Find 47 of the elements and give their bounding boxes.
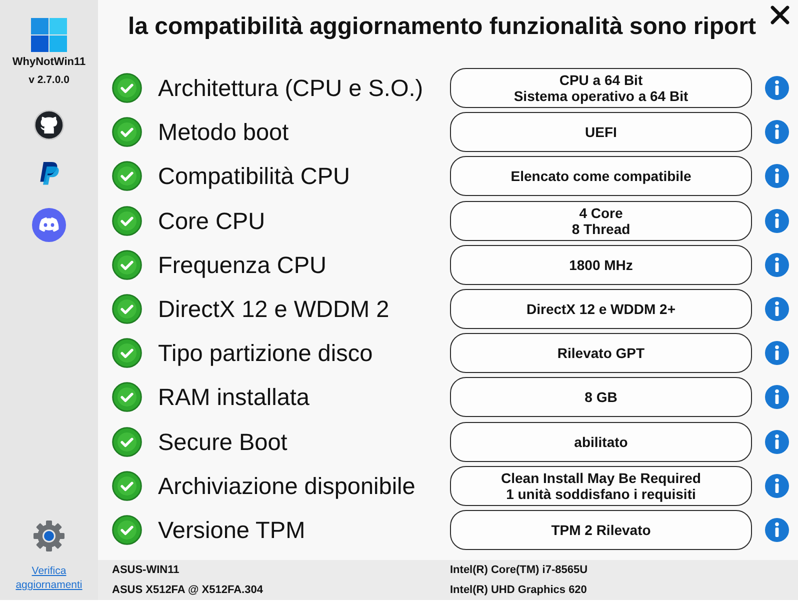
hardware-info: Intel(R) UHD Graphics 620	[450, 583, 587, 598]
info-icon[interactable]	[765, 208, 789, 233]
settings-icon[interactable]	[33, 520, 65, 552]
result-value: abilitato	[450, 422, 752, 462]
check-label: Architettura (CPU e S.O.)	[158, 74, 424, 102]
app-name: WhyNotWin11	[12, 56, 86, 69]
check-label: Core CPU	[158, 206, 266, 235]
check-label: Frequenza CPU	[158, 250, 328, 279]
info-icon[interactable]	[765, 252, 789, 277]
info-icon[interactable]	[765, 120, 789, 144]
info-icon[interactable]	[765, 430, 789, 454]
device-info: ASUS-WIN11	[112, 563, 180, 578]
close-icon[interactable]	[770, 5, 790, 25]
paypal-icon[interactable]	[39, 162, 59, 186]
page-title: la compatibilità aggiornamento funzionalità sono riport	[128, 13, 756, 41]
check-label: RAM installata	[158, 383, 310, 412]
result-value: Clean Install May Be Required 1 unità soddisfano i requisiti	[450, 466, 752, 506]
hardware-info: Intel(R) Core(TM) i7-8565U	[450, 563, 588, 578]
result-value: 1800 MHz	[450, 244, 752, 285]
info-icon[interactable]	[765, 76, 789, 100]
update-link[interactable]: Verifica aggiornamenti	[6, 564, 92, 592]
check-label: Metodo boot	[158, 118, 290, 146]
result-value: UEFI	[450, 112, 752, 152]
device-info: ASUS X512FA @ X512FA.304	[112, 583, 263, 598]
check-label: DirectX 12 e WDDM 2	[158, 294, 390, 323]
windows-logo-icon	[31, 18, 67, 52]
info-icon[interactable]	[765, 164, 789, 188]
info-icon[interactable]	[765, 518, 789, 542]
result-value: TPM 2 Rilevato	[450, 510, 752, 550]
check-label: Versione TPM	[158, 516, 306, 544]
version-label: v 2.7.0.0	[28, 74, 70, 86]
check-label: Tipo partizione disco	[158, 339, 374, 368]
result-value: 8 GB	[450, 377, 752, 418]
result-value: Elencato come compatibile	[450, 156, 752, 196]
info-icon[interactable]	[765, 385, 789, 410]
github-icon[interactable]	[34, 110, 64, 140]
check-label: Compatibilità CPU	[158, 162, 351, 190]
check-label: Secure Boot	[158, 428, 288, 456]
check-label: Archiviazione disponibile	[158, 472, 416, 500]
info-icon[interactable]	[765, 474, 789, 498]
discord-icon[interactable]	[32, 208, 66, 242]
info-icon[interactable]	[765, 341, 789, 366]
result-value: CPU a 64 Bit Sistema operativo a 64 Bit	[450, 68, 752, 108]
result-value: Rilevato GPT	[450, 333, 752, 374]
result-value: DirectX 12 e WDDM 2+	[450, 288, 752, 329]
info-icon[interactable]	[765, 296, 789, 321]
result-value: 4 Core 8 Thread	[450, 200, 752, 241]
